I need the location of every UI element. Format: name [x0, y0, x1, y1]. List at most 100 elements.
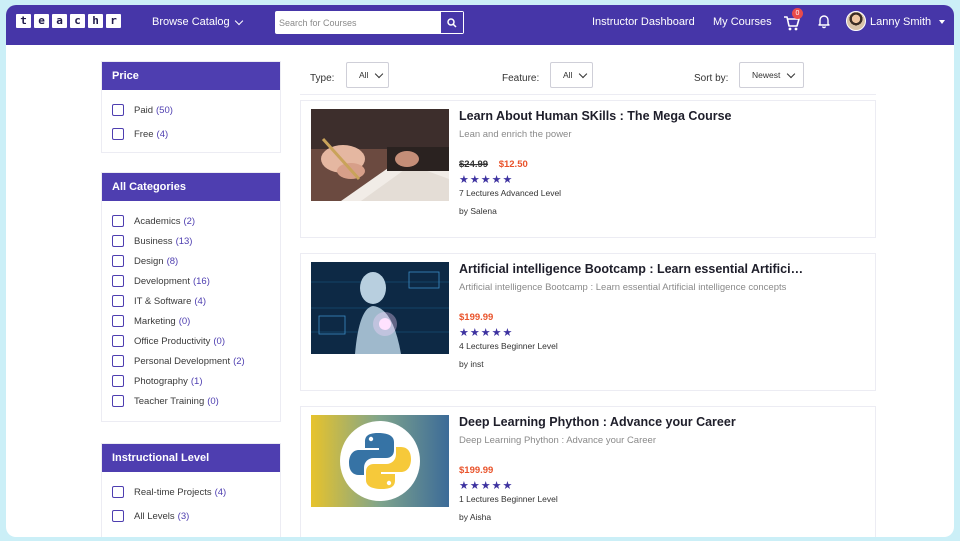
course-thumbnail-ai[interactable] — [311, 262, 449, 354]
caret-down-icon — [939, 20, 946, 24]
logo-letter: e — [34, 14, 49, 28]
course-card[interactable]: Deep Learning Phython : Advance your Car… — [300, 406, 876, 537]
level-filter-panel: Instructional Level Real-time Projects (4… — [101, 443, 281, 537]
filter-option-label: All Levels — [134, 510, 175, 522]
checkbox[interactable] — [112, 235, 124, 247]
checkbox[interactable] — [112, 255, 124, 267]
feature-label: Feature: — [502, 73, 540, 84]
search-bar — [275, 11, 464, 34]
instructor-dashboard-link[interactable]: Instructor Dashboard — [592, 16, 695, 28]
bell-icon[interactable] — [816, 13, 832, 29]
search-input[interactable] — [275, 11, 440, 34]
logo-letter: c — [70, 14, 85, 28]
filter-option-design[interactable]: Design (8) — [102, 251, 280, 271]
filter-option-label: Marketing — [134, 315, 176, 327]
feature-select[interactable]: All — [550, 62, 593, 88]
avatar[interactable] — [846, 11, 866, 31]
filter-option-count: (8) — [166, 255, 179, 267]
filter-option-count: (4) — [156, 128, 169, 140]
chevron-down-icon — [787, 69, 796, 78]
filter-option-label: Paid — [134, 104, 154, 116]
level-filter-title: Instructional Level — [102, 444, 280, 472]
course-thumbnail-python[interactable] — [311, 415, 449, 507]
course-meta: 1 Lectures Beginner Level — [459, 494, 558, 504]
course-author: by Aisha — [459, 512, 492, 522]
checkbox[interactable] — [112, 128, 124, 140]
course-card[interactable]: Artificial intelligence Bootcamp : Learn… — [300, 253, 876, 391]
course-subtitle: Deep Learning Phython : Advance your Car… — [459, 435, 656, 446]
filter-option-personal-development[interactable]: Personal Development (2) — [102, 351, 280, 371]
filter-option-all-levels[interactable]: All Levels (3) — [102, 506, 280, 526]
type-select-value: All — [359, 70, 369, 80]
course-card[interactable]: Learn About Human SKills : The Mega Cour… — [300, 100, 876, 238]
price-filter-panel: Price Paid (50) Free (4) — [101, 61, 281, 153]
categories-filter-panel: All Categories Academics (2) Business (13)… — [101, 172, 281, 422]
checkbox[interactable] — [112, 335, 124, 347]
teachr-logo[interactable]: t e a c h r — [16, 14, 121, 28]
checkbox[interactable] — [112, 395, 124, 407]
course-title[interactable]: Deep Learning Phython : Advance your Car… — [459, 415, 809, 429]
filter-option-count: (2) — [233, 355, 245, 367]
logo-letter: h — [88, 14, 103, 28]
filter-option-business[interactable]: Business (13) — [102, 231, 280, 251]
checkbox[interactable] — [112, 510, 124, 522]
filter-option-count: (0) — [213, 335, 226, 347]
filter-option-label: Development — [134, 275, 190, 287]
course-subtitle: Lean and enrich the power — [459, 129, 572, 140]
search-button[interactable] — [441, 12, 463, 33]
course-thumbnail-writing[interactable] — [311, 109, 449, 201]
price-filter-title: Price — [102, 62, 280, 90]
filter-option-photography[interactable]: Photography (1) — [102, 371, 280, 391]
checkbox[interactable] — [112, 375, 124, 387]
course-subtitle: Artificial intelligence Bootcamp : Learn… — [459, 282, 787, 293]
filter-option-real-time-projects[interactable]: Real-time Projects (4) — [102, 482, 280, 502]
filter-option-count: (3) — [177, 510, 190, 522]
rating-stars: ★★★★★ — [459, 480, 514, 492]
course-current-price: $199.99 — [459, 312, 494, 323]
filter-option-label: Free — [134, 128, 154, 140]
type-select[interactable]: All — [346, 62, 389, 88]
top-navbar: t e a c h r Browse Catalog Instructor Da… — [6, 5, 954, 45]
course-title[interactable]: Artificial intelligence Bootcamp : Learn… — [459, 262, 809, 276]
filter-option-office-productivity[interactable]: Office Productivity (0) — [102, 331, 280, 351]
logo-letter: r — [106, 14, 121, 28]
logo-letter: t — [16, 14, 31, 28]
checkbox[interactable] — [112, 295, 124, 307]
filter-option-label: Photography — [134, 375, 188, 387]
browse-catalog-dropdown[interactable]: Browse Catalog — [152, 16, 243, 28]
filter-option-count: (4) — [194, 295, 207, 307]
filter-option-label: Teacher Training — [134, 395, 205, 407]
course-price: $24.99 $12.50 — [459, 159, 528, 170]
chevron-down-icon — [375, 69, 384, 78]
checkbox[interactable] — [112, 104, 124, 116]
checkbox[interactable] — [112, 355, 124, 367]
user-menu[interactable]: Lanny Smith — [870, 16, 946, 28]
filter-option-count: (0) — [207, 395, 219, 407]
checkbox[interactable] — [112, 486, 124, 498]
filter-option-label: Real-time Projects — [134, 486, 212, 498]
filter-option-label: IT & Software — [134, 295, 192, 307]
cart-count-badge: 0 — [792, 8, 803, 19]
course-old-price: $24.99 — [459, 159, 489, 170]
filter-option-marketing[interactable]: Marketing (0) — [102, 311, 280, 331]
checkbox[interactable] — [112, 215, 124, 227]
filter-option-label: Academics — [134, 215, 181, 227]
my-courses-link[interactable]: My Courses — [713, 16, 772, 28]
filter-option-free[interactable]: Free (4) — [102, 124, 280, 144]
filter-option-label: Office Productivity — [134, 335, 211, 347]
course-author: by inst — [459, 359, 484, 369]
chevron-down-icon — [579, 69, 588, 78]
filter-option-development[interactable]: Development (16) — [102, 271, 280, 291]
course-price: $199.99 — [459, 465, 493, 476]
python-logo-image — [311, 415, 449, 507]
checkbox[interactable] — [112, 315, 124, 327]
filter-option-paid[interactable]: Paid (50) — [102, 100, 280, 120]
filter-option-academics[interactable]: Academics (2) — [102, 211, 280, 231]
sort-select[interactable]: Newest — [739, 62, 804, 88]
course-title[interactable]: Learn About Human SKills : The Mega Cour… — [459, 109, 809, 123]
filter-option-count: (0) — [178, 315, 191, 327]
filter-option-it-software[interactable]: IT & Software (4) — [102, 291, 280, 311]
filter-option-teacher-training[interactable]: Teacher Training (0) — [102, 391, 280, 411]
checkbox[interactable] — [112, 275, 124, 287]
browse-catalog-label: Browse Catalog — [152, 16, 230, 28]
